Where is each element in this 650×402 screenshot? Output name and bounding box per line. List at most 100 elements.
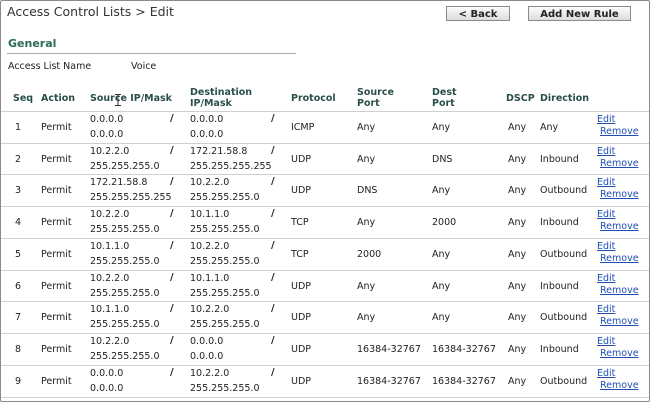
remove-link[interactable]: Remove <box>600 158 639 169</box>
remove-link[interactable]: Remove <box>600 380 639 391</box>
source-slash: / <box>170 303 174 315</box>
table-row-1: 1 Permit 0.0.0.0 0.0.0.0 / 0.0.0.0 0.0.0… <box>1 111 649 144</box>
source-mask-cell: 255.255.255.0 <box>90 287 160 299</box>
seq-cell: 1 <box>15 122 22 133</box>
dscp-cell: Any <box>508 153 527 165</box>
protocol-cell: TCP <box>291 217 309 229</box>
edit-link[interactable]: Edit <box>597 273 615 284</box>
seq-cell: 4 <box>15 217 22 229</box>
action-cell: Permit <box>41 248 72 260</box>
source-mask-cell: 255.255.255.0 <box>90 224 160 236</box>
dscp-cell: Any <box>508 280 527 292</box>
page-title: Access Control Lists > Edit <box>7 4 174 19</box>
direction-cell: Outbound <box>540 248 588 260</box>
action-cell: Permit <box>41 153 72 165</box>
source-port-cell: Any <box>357 312 376 324</box>
source-mask-cell: 0.0.0.0 <box>90 382 124 394</box>
edit-link[interactable]: Edit <box>597 368 615 379</box>
direction-cell: Outbound <box>540 375 588 387</box>
table-header: Seq Action Source IP/Mask Destination IP… <box>1 85 649 111</box>
remove-link[interactable]: Remove <box>600 189 639 200</box>
source-port-cell: Any <box>357 122 376 133</box>
destination-mask-cell: 0.0.0.0 <box>190 129 224 140</box>
protocol-cell: UDP <box>291 375 311 387</box>
source-mask-cell: 255.255.255.0 <box>90 319 160 331</box>
column-header-source-port: Source Port <box>357 87 394 109</box>
source-slash: / <box>170 144 174 156</box>
column-header-action: Action <box>41 93 76 104</box>
dest-port-cell: 16384-32767 <box>432 375 496 387</box>
direction-cell: Inbound <box>540 153 579 165</box>
table-row-6: 6 Permit 10.2.2.0 255.255.255.0 / 10.1.1… <box>1 269 649 303</box>
destination-ip-cell: 10.2.2.0 <box>190 240 230 252</box>
direction-cell: Inbound <box>540 217 579 229</box>
source-ip-cell: 10.2.2.0 <box>90 145 130 157</box>
dscp-cell: Any <box>508 248 527 260</box>
source-slash: / <box>170 239 174 251</box>
action-cell: Permit <box>41 280 72 292</box>
table-row-9: 9 Permit 0.0.0.0 0.0.0.0 / 10.2.2.0 255.… <box>1 364 649 399</box>
acl-name-label: Access List Name <box>8 61 92 72</box>
source-slash: / <box>170 366 174 378</box>
dest-port-cell: Any <box>432 185 451 197</box>
remove-link[interactable]: Remove <box>600 221 639 232</box>
column-header-destination-line2: IP/Mask <box>190 98 232 109</box>
destination-ip-cell: 10.1.1.0 <box>190 209 230 221</box>
seq-cell: 2 <box>15 153 22 165</box>
acl-edit-window: Access Control Lists > Edit < Back Add N… <box>0 0 650 402</box>
add-new-rule-button[interactable]: Add New Rule <box>528 6 631 21</box>
remove-link[interactable]: Remove <box>600 126 639 137</box>
source-slash: / <box>170 271 174 283</box>
destination-mask-cell: 255.255.255.0 <box>190 192 260 204</box>
remove-link[interactable]: Remove <box>600 316 639 327</box>
edit-link[interactable]: Edit <box>597 304 615 315</box>
action-cell: Permit <box>41 217 72 229</box>
protocol-cell: UDP <box>291 280 311 292</box>
destination-ip-cell: 172.21.58.8 <box>190 145 248 157</box>
seq-cell: 7 <box>15 312 22 324</box>
table-row-5: 5 Permit 10.1.1.0 255.255.255.0 / 10.2.2… <box>1 237 649 271</box>
source-ip-cell: 0.0.0.0 <box>90 367 124 379</box>
dscp-cell: Any <box>508 375 527 387</box>
protocol-cell: UDP <box>291 185 311 197</box>
remove-link[interactable]: Remove <box>600 348 639 359</box>
dest-port-cell: DNS <box>432 153 453 165</box>
dest-port-cell: Any <box>432 248 451 260</box>
source-slash: / <box>170 334 174 346</box>
destination-slash: / <box>271 239 275 251</box>
column-header-seq: Seq <box>13 93 34 104</box>
destination-slash: / <box>271 113 275 124</box>
edit-link[interactable]: Edit <box>597 146 615 157</box>
column-header-destination-line1: Destination <box>190 87 253 98</box>
direction-cell: Inbound <box>540 343 579 355</box>
edit-link[interactable]: Edit <box>597 336 615 347</box>
dscp-cell: Any <box>508 185 527 197</box>
edit-link[interactable]: Edit <box>597 209 615 220</box>
source-mask-cell: 0.0.0.0 <box>90 129 124 140</box>
source-ip-cell: 10.2.2.0 <box>90 209 130 221</box>
section-divider <box>7 53 296 54</box>
back-button[interactable]: < Back <box>446 6 510 21</box>
action-cell: Permit <box>41 375 72 387</box>
source-mask-cell: 255.255.255.0 <box>90 160 160 172</box>
dscp-cell: Any <box>508 312 527 324</box>
edit-link[interactable]: Edit <box>597 177 615 188</box>
destination-ip-cell: 10.1.1.0 <box>190 272 230 284</box>
remove-link[interactable]: Remove <box>600 253 639 264</box>
action-cell: Permit <box>41 185 72 197</box>
direction-cell: Outbound <box>540 185 588 197</box>
edit-link[interactable]: Edit <box>597 241 615 252</box>
remove-link[interactable]: Remove <box>600 285 639 296</box>
edit-link[interactable]: Edit <box>597 114 615 125</box>
source-ip-cell: 172.21.58.8 <box>90 177 148 189</box>
text-cursor-icon <box>115 94 121 106</box>
source-port-cell: Any <box>357 217 376 229</box>
column-header-source-port-line1: Source <box>357 87 394 98</box>
seq-cell: 3 <box>15 185 22 197</box>
destination-ip-cell: 0.0.0.0 <box>190 335 224 347</box>
column-header-dest-port: Dest Port <box>432 87 457 109</box>
source-ip-cell: 10.1.1.0 <box>90 240 130 252</box>
column-header-source-ip-mask: Source IP/Mask <box>90 93 173 104</box>
column-header-dscp: DSCP <box>506 93 535 104</box>
source-mask-cell: 255.255.255.0 <box>90 255 160 267</box>
